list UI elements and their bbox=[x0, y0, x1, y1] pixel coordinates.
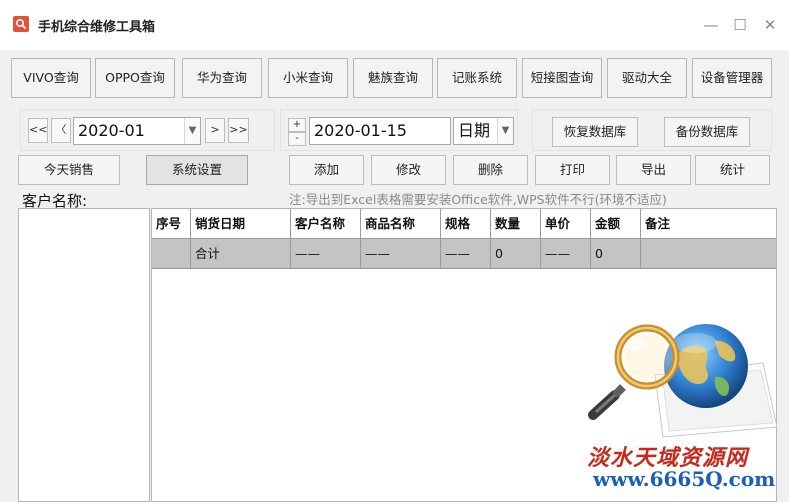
minimize-button[interactable]: — bbox=[698, 12, 724, 38]
delete-button[interactable]: 删除 bbox=[453, 155, 528, 185]
vivo-query-button[interactable]: VIVO查询 bbox=[11, 58, 91, 98]
oppo-query-button[interactable]: OPPO查询 bbox=[95, 58, 175, 98]
summary-cell: —— bbox=[361, 239, 441, 269]
magnifier-globe-icon bbox=[588, 324, 778, 438]
first-month-button[interactable]: << bbox=[28, 118, 48, 143]
column-header[interactable]: 单价 bbox=[541, 209, 591, 239]
summary-cell: —— bbox=[441, 239, 491, 269]
close-button[interactable]: ✕ bbox=[757, 12, 783, 38]
column-header[interactable]: 金额 bbox=[591, 209, 641, 239]
title-bar: 手机综合维修工具箱 — ☐ ✕ bbox=[0, 0, 789, 50]
summary-cell: 0 bbox=[491, 239, 541, 269]
column-header[interactable]: 数量 bbox=[491, 209, 541, 239]
day-value: 2020-01-15 bbox=[314, 121, 407, 140]
day-increment-button[interactable]: + bbox=[288, 118, 306, 132]
bookkeeping-button[interactable]: 记账系统 bbox=[437, 58, 517, 98]
table-header: 序号 销货日期 客户名称 商品名称 规格 数量 单价 金额 备注 bbox=[152, 209, 776, 239]
summary-cell bbox=[152, 239, 191, 269]
summary-cell: —— bbox=[291, 239, 361, 269]
summary-cell: —— bbox=[541, 239, 591, 269]
month-value: 2020-01 bbox=[78, 121, 145, 140]
driver-collection-button[interactable]: 驱动大全 bbox=[607, 58, 687, 98]
chevron-down-icon[interactable]: ▼ bbox=[184, 118, 200, 144]
column-header[interactable]: 销货日期 bbox=[191, 209, 291, 239]
export-button[interactable]: 导出 bbox=[616, 155, 691, 185]
short-circuit-diagram-button[interactable]: 短接图查询 bbox=[522, 58, 602, 98]
today-sales-button[interactable]: 今天销售 bbox=[18, 155, 120, 185]
huawei-query-button[interactable]: 华为查询 bbox=[182, 58, 262, 98]
export-note: 注:导出到Excel表格需要安装Office软件,WPS软件不行(环境不适应) bbox=[289, 192, 667, 207]
system-settings-button[interactable]: 系统设置 bbox=[146, 155, 248, 185]
date-unit-select[interactable]: 日期 ▼ bbox=[453, 117, 514, 145]
last-month-button[interactable]: >> bbox=[228, 118, 249, 143]
summary-cell bbox=[641, 239, 776, 269]
watermark-url: www.6665Q.com bbox=[593, 467, 776, 491]
summary-cell: 0 bbox=[591, 239, 641, 269]
backup-database-button[interactable]: 备份数据库 bbox=[664, 117, 750, 147]
summary-row[interactable]: 合计 —— —— —— 0 —— 0 bbox=[152, 239, 776, 269]
column-header[interactable]: 客户名称 bbox=[291, 209, 361, 239]
summary-cell: 合计 bbox=[191, 239, 291, 269]
statistics-button[interactable]: 统计 bbox=[695, 155, 770, 185]
day-input[interactable]: 2020-01-15 bbox=[309, 117, 451, 145]
customer-list[interactable] bbox=[18, 208, 150, 502]
month-select[interactable]: 2020-01 ▼ bbox=[73, 117, 201, 145]
maximize-button[interactable]: ☐ bbox=[727, 12, 753, 38]
meizu-query-button[interactable]: 魅族查询 bbox=[353, 58, 433, 98]
prev-month-button[interactable]: 〈 bbox=[51, 118, 71, 143]
next-month-button[interactable]: > bbox=[205, 118, 225, 143]
xiaomi-query-button[interactable]: 小米查询 bbox=[268, 58, 348, 98]
add-button[interactable]: 添加 bbox=[289, 155, 364, 185]
restore-database-button[interactable]: 恢复数据库 bbox=[552, 117, 638, 147]
column-header[interactable]: 备注 bbox=[641, 209, 776, 239]
date-unit-value: 日期 bbox=[458, 121, 491, 140]
device-manager-button[interactable]: 设备管理器 bbox=[692, 58, 772, 98]
app-search-icon bbox=[13, 16, 29, 32]
column-header[interactable]: 规格 bbox=[441, 209, 491, 239]
day-decrement-button[interactable]: - bbox=[288, 132, 306, 146]
edit-button[interactable]: 修改 bbox=[371, 155, 446, 185]
window-title: 手机综合维修工具箱 bbox=[38, 20, 156, 35]
print-button[interactable]: 打印 bbox=[535, 155, 610, 185]
column-header[interactable]: 商品名称 bbox=[361, 209, 441, 239]
chevron-down-icon[interactable]: ▼ bbox=[497, 118, 513, 144]
column-header[interactable]: 序号 bbox=[152, 209, 191, 239]
